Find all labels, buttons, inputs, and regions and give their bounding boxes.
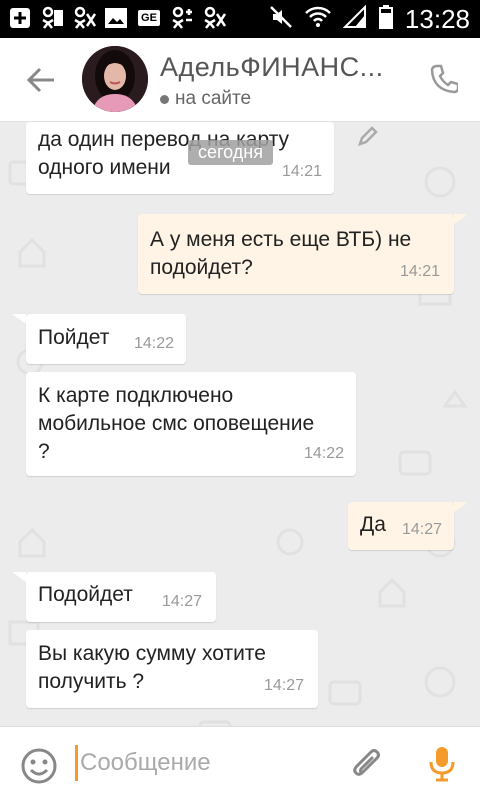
message-bubble[interactable]: Пойдет 14:22 (26, 314, 186, 364)
message-bubble[interactable]: К карте подключено мобильное смс оповеще… (26, 372, 356, 476)
message-composer (0, 726, 480, 800)
message-text: одного имени (38, 156, 171, 179)
avatar[interactable] (82, 46, 148, 112)
message-text: подойдет? (150, 256, 253, 279)
ok-icon (72, 6, 96, 30)
microphone-icon (429, 747, 455, 782)
contact-name[interactable]: АдельФИНАНС... (160, 52, 400, 83)
message-text: мобильное смс оповещение (38, 412, 315, 435)
signal-icon (342, 4, 367, 34)
status-bar: GE 13:28 (0, 0, 480, 38)
message-input[interactable] (80, 743, 340, 783)
voice-message-button[interactable] (428, 745, 456, 783)
clock: 13:28 (404, 4, 470, 34)
ge-label: GE (138, 10, 160, 26)
message-time: 14:27 (161, 593, 202, 610)
bubble-tail (454, 502, 468, 512)
message-time: 14:22 (303, 445, 344, 462)
online-status: на сайте (160, 88, 251, 110)
message-time: 14:21 (281, 163, 322, 180)
notification-icons: GE (8, 6, 226, 30)
bubble-tail (12, 572, 26, 582)
message-bubble[interactable]: Подойдет 14:27 (26, 572, 216, 622)
image-icon (104, 6, 128, 30)
message-text: Вы какую сумму хотите (38, 642, 266, 665)
back-button[interactable] (26, 66, 56, 94)
bubble-tail (12, 314, 26, 324)
message-bubble[interactable]: Да 14:27 (348, 502, 454, 550)
message-bubble[interactable]: А у меня есть еще ВТБ) не подойдет? 14:2… (138, 214, 454, 294)
online-status-label: на сайте (175, 88, 252, 109)
wifi-icon (305, 5, 331, 34)
ok-icon (170, 6, 194, 30)
message-text: А у меня есть еще ВТБ) не (150, 228, 412, 251)
avatar-image (82, 46, 148, 112)
message-time: 14:27 (263, 677, 304, 694)
mute-icon (269, 5, 293, 34)
system-icons: 13:28 (269, 4, 470, 35)
message-bubble[interactable]: да один перевод на карту одного имени 14… (26, 122, 334, 194)
message-time: 14:22 (133, 335, 174, 352)
message-time: 14:27 (401, 521, 442, 538)
online-dot-icon (160, 94, 169, 104)
pencil-icon (356, 124, 380, 148)
message-text: да один перевод на карту (38, 128, 290, 151)
emoji-button[interactable] (20, 747, 58, 785)
message-time: 14:21 (399, 263, 440, 280)
add-icon (8, 6, 32, 30)
phone-icon (430, 64, 460, 94)
ok-icon (202, 6, 226, 30)
date-separator: сегодня (188, 140, 273, 165)
arrow-left-icon (26, 67, 54, 93)
bubble-tail (454, 214, 468, 224)
battery-icon (378, 5, 393, 34)
paperclip-icon (353, 749, 380, 776)
chat-header: АдельФИНАНС... на сайте (0, 38, 480, 122)
attach-button[interactable] (350, 745, 384, 783)
message-text: К карте подключено (38, 384, 234, 407)
ok-icon (40, 6, 64, 30)
ge-icon: GE (136, 6, 162, 30)
message-bubble[interactable]: Вы какую сумму хотите получить ? 14:27 (26, 630, 318, 708)
smile-icon (21, 748, 57, 784)
message-list[interactable]: да один перевод на карту одного имени 14… (0, 122, 480, 726)
call-button[interactable] (430, 64, 460, 94)
text-cursor (75, 745, 78, 781)
message-text: ? (38, 440, 50, 463)
